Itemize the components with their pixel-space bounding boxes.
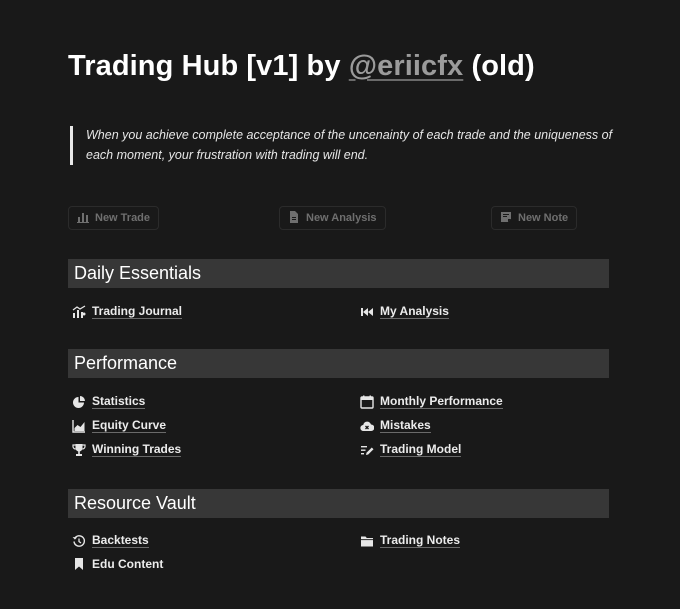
monthly-performance-link[interactable]: Monthly Performance [360, 394, 503, 409]
mistakes-link[interactable]: Mistakes [360, 418, 431, 433]
statistics-link[interactable]: Statistics [72, 394, 146, 409]
pie-chart-icon [72, 395, 86, 409]
trading-journal-link[interactable]: Trading Journal [72, 304, 183, 319]
winning-trades-link[interactable]: Winning Trades [72, 442, 182, 457]
new-trade-button[interactable]: New Trade [68, 206, 160, 230]
chart-people-icon [72, 304, 86, 319]
new-analysis-button[interactable]: New Analysis [279, 206, 386, 230]
area-chart-icon [72, 419, 86, 433]
page-title: Trading Hub [v1] by @eriicfx (old) [68, 50, 535, 83]
winning-trades-label: Winning Trades [92, 442, 182, 457]
bar-chart-icon [77, 211, 89, 226]
backtests-link[interactable]: Backtests [72, 533, 149, 548]
folder-icon [360, 534, 374, 548]
trading-journal-label: Trading Journal [92, 304, 183, 319]
history-icon [72, 534, 86, 548]
edu-content-label: Edu Content [92, 557, 164, 571]
trading-notes-label: Trading Notes [380, 533, 461, 548]
monthly-performance-label: Monthly Performance [380, 394, 503, 409]
section-resource-vault: Resource Vault [68, 489, 609, 518]
backtests-label: Backtests [92, 533, 149, 548]
my-analysis-label: My Analysis [380, 304, 449, 319]
trading-model-label: Trading Model [380, 442, 462, 457]
quote-block: When you achieve complete acceptance of … [70, 126, 618, 165]
bookmark-icon [72, 557, 86, 571]
cloud-x-icon [360, 419, 374, 433]
equity-curve-link[interactable]: Equity Curve [72, 418, 167, 433]
title-suffix: (old) [463, 50, 535, 82]
user-mention-link[interactable]: @eriicfx [349, 50, 464, 82]
edu-content-link[interactable]: Edu Content [72, 557, 163, 571]
document-icon [288, 210, 300, 226]
trading-model-link[interactable]: Trading Model [360, 442, 462, 457]
section-daily-essentials: Daily Essentials [68, 259, 609, 288]
statistics-label: Statistics [92, 394, 146, 409]
mistakes-label: Mistakes [380, 418, 431, 433]
trophy-icon [72, 443, 86, 457]
section-performance: Performance [68, 349, 609, 378]
new-trade-label: New Trade [95, 212, 151, 224]
calendar-icon [360, 395, 374, 409]
new-note-label: New Note [518, 212, 569, 224]
new-analysis-label: New Analysis [306, 212, 377, 224]
trading-notes-link[interactable]: Trading Notes [360, 533, 461, 548]
rewind-icon [360, 305, 374, 319]
new-note-button[interactable]: New Note [491, 206, 578, 230]
equity-curve-label: Equity Curve [92, 418, 167, 433]
title-prefix: Trading Hub [v1] by [68, 50, 349, 82]
lines-pen-icon [360, 443, 374, 457]
note-icon [500, 211, 512, 226]
my-analysis-link[interactable]: My Analysis [360, 304, 449, 319]
